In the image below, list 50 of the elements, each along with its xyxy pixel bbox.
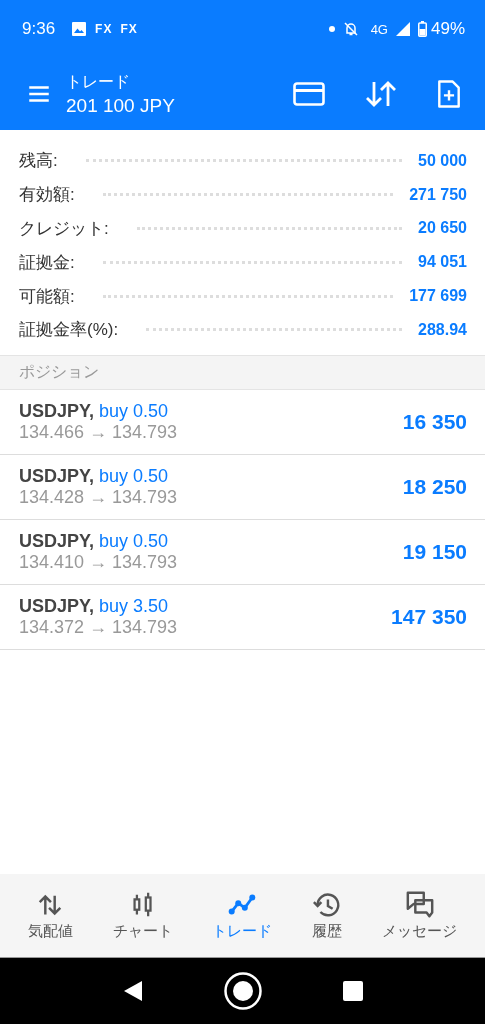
status-time: 9:36: [22, 19, 56, 39]
battery-text: 49%: [430, 19, 465, 39]
summary-value: 20 650: [418, 219, 467, 238]
network-text: 4G: [370, 21, 388, 37]
signal-icon: [395, 22, 410, 36]
nav-tab[interactable]: メッセージ: [380, 888, 460, 943]
home-button[interactable]: [222, 971, 263, 1011]
summary-label: 有効額:: [19, 184, 75, 207]
summary-value: 94 051: [418, 253, 467, 272]
battery-icon: [417, 21, 427, 37]
position-title: USDJPY, buy 3.50: [19, 595, 170, 617]
summary-label: クレジット:: [19, 218, 109, 240]
chat-bubbles-icon: [404, 890, 435, 920]
position-row[interactable]: USDJPY, buy 0.50 134.466 → 134.793 16 350: [0, 389, 485, 455]
summary-label: 証拠金:: [19, 251, 75, 274]
app-title: トレード: [66, 71, 131, 92]
position-title: USDJPY, buy 0.50: [19, 400, 170, 422]
position-profit: 18 250: [402, 474, 467, 499]
notification-text: FX: [120, 22, 138, 36]
position-profit: 147 350: [391, 604, 467, 629]
section-header: ポジション: [0, 354, 485, 390]
position-profit: 19 150: [402, 539, 467, 564]
nav-tab[interactable]: トレード: [210, 888, 275, 943]
back-button[interactable]: [122, 980, 143, 1002]
summary-value: 50 000: [418, 151, 467, 170]
muted-bell-icon: [342, 21, 359, 37]
image-icon: [71, 21, 88, 37]
position-row[interactable]: USDJPY, buy 0.50 134.428 → 134.793 18 250: [0, 454, 485, 520]
nav-tab[interactable]: 履歴: [310, 888, 345, 943]
nav-tab[interactable]: 気配値: [25, 888, 75, 943]
notification-text: FX: [95, 22, 113, 36]
summary-value: 288.94: [418, 320, 467, 339]
position-row[interactable]: USDJPY, buy 0.50 134.410 → 134.793 19 150: [0, 519, 485, 585]
position-row[interactable]: USDJPY, buy 3.50 134.372 → 134.793 147 350: [0, 584, 485, 650]
summary-label: 証拠金率(%):: [19, 319, 119, 342]
summary-label: 残高:: [19, 150, 58, 173]
position-prices: 134.428 → 134.793: [19, 486, 179, 508]
dot-icon: [328, 26, 335, 32]
balance-subtitle: 201 100 JPY: [66, 94, 176, 117]
summary-value: 271 750: [409, 185, 467, 204]
position-prices: 134.466 → 134.793: [19, 421, 179, 443]
position-title: USDJPY, buy 0.50: [19, 465, 170, 487]
summary-value: 177 699: [409, 287, 467, 306]
position-title: USDJPY, buy 0.50: [19, 530, 170, 552]
summary-label: 可能額:: [19, 285, 75, 308]
position-prices: 134.372 → 134.793: [19, 616, 179, 638]
recents-button[interactable]: [342, 981, 363, 1001]
nav-tab[interactable]: チャート: [110, 888, 175, 943]
position-prices: 134.410 → 134.793: [19, 551, 179, 573]
position-profit: 16 350: [402, 409, 467, 434]
